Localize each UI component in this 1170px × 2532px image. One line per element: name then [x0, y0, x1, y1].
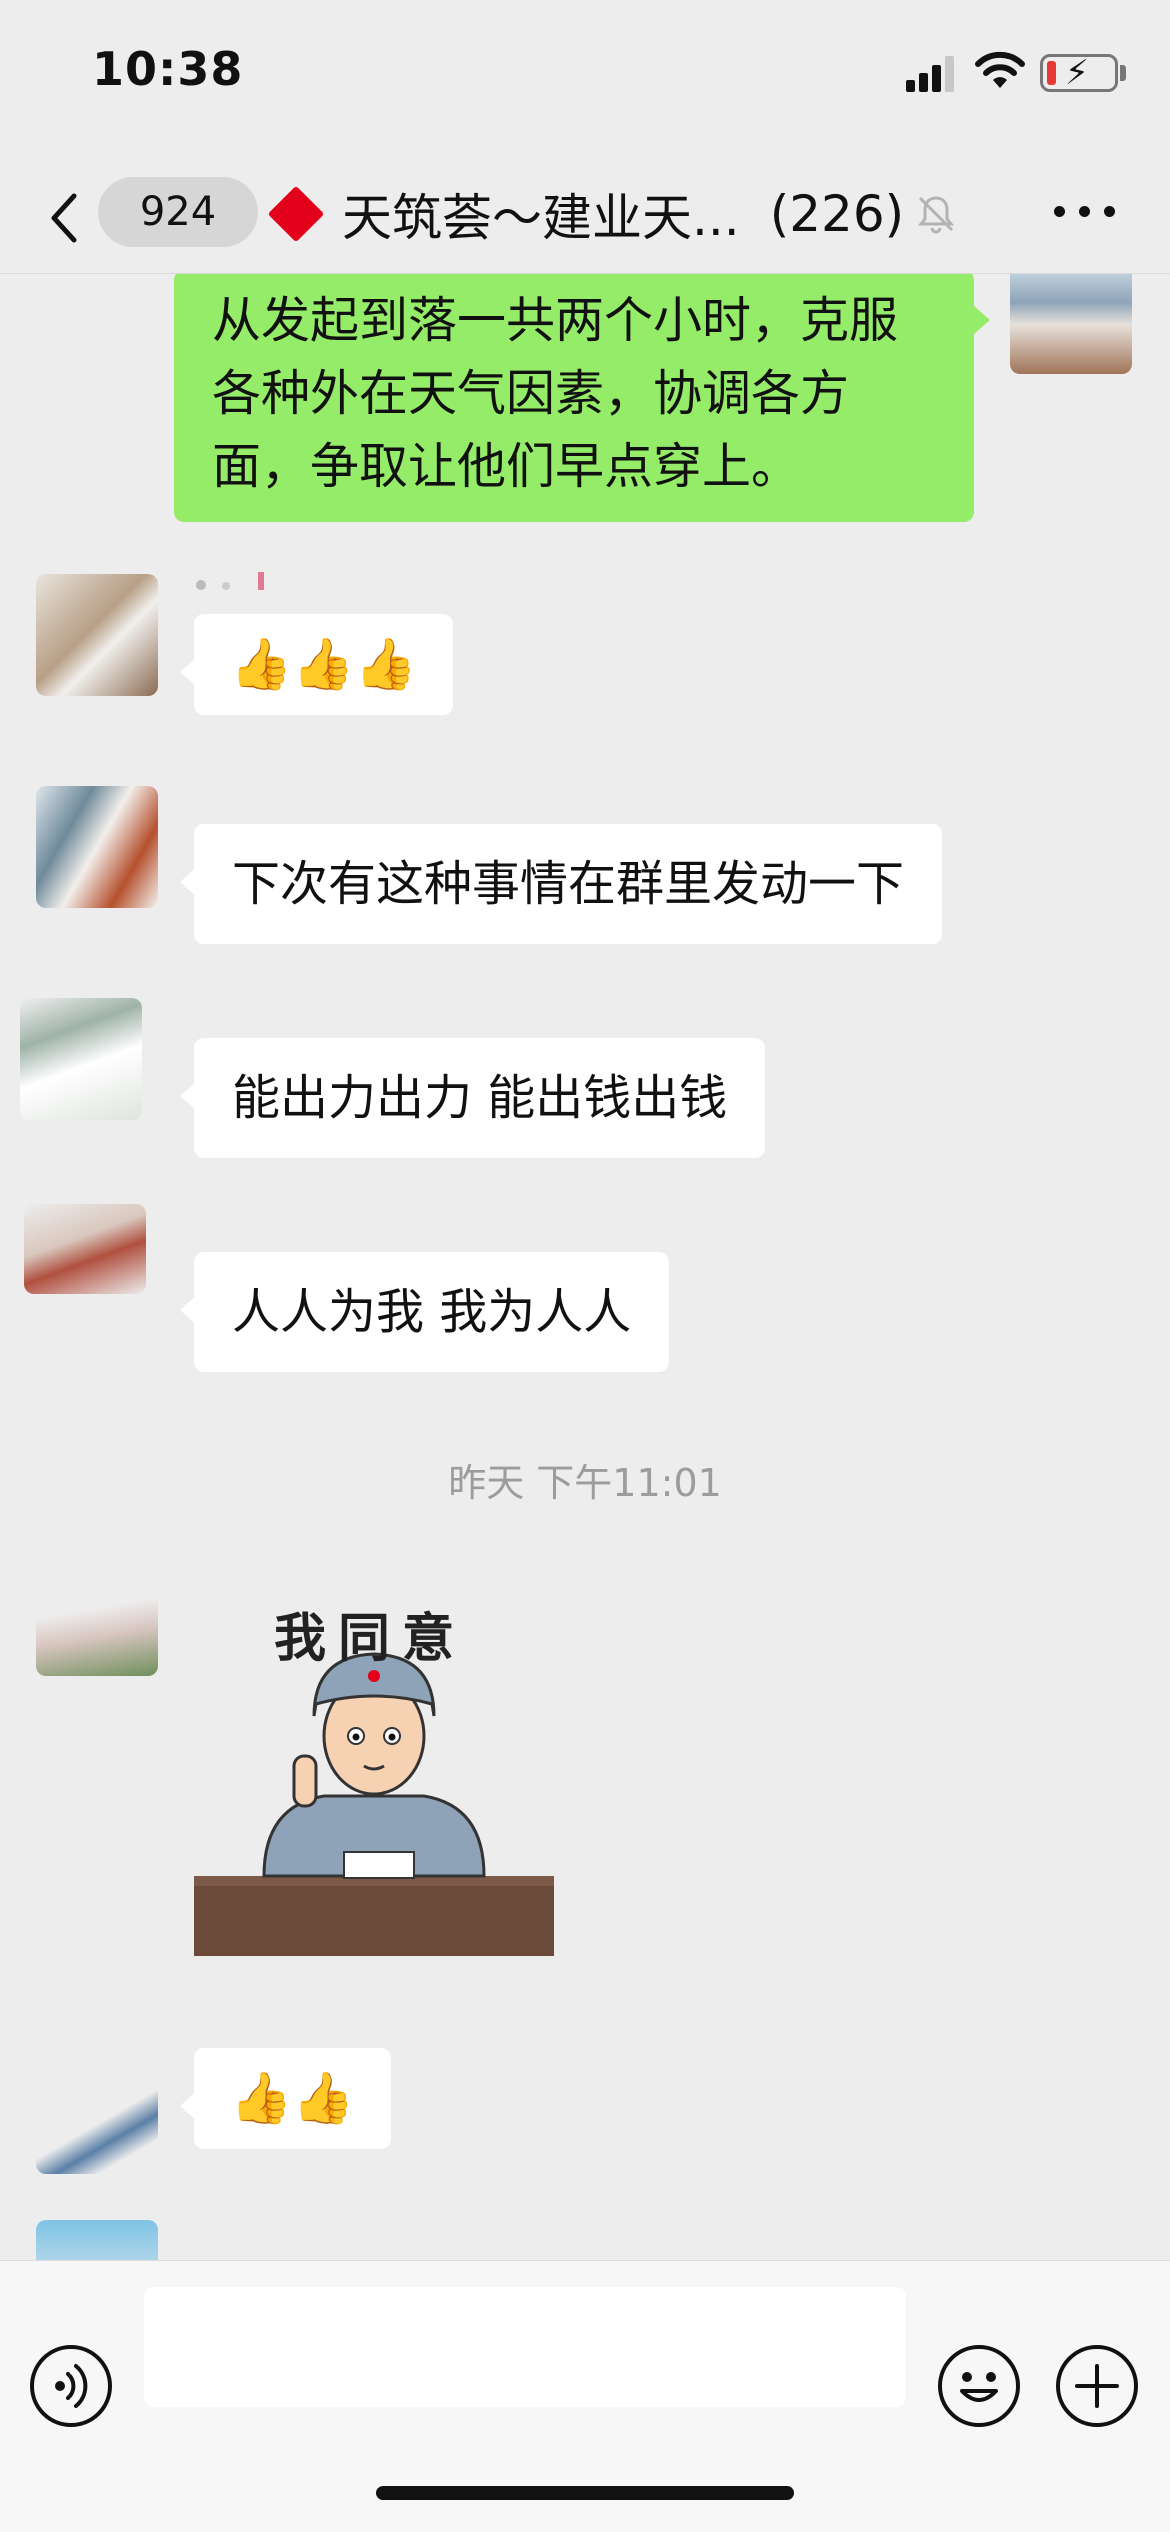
chat-header: 924 天筑荟～建业天... (226): [0, 150, 1170, 274]
sticker-caption: 我同意: [274, 1608, 467, 1669]
red-diamond-icon: [267, 185, 325, 243]
message-timestamp: 昨天 下午11:01: [448, 1461, 722, 1505]
sender-avatar[interactable]: [36, 574, 158, 696]
status-time: 10:38: [92, 42, 244, 96]
sender-avatar[interactable]: [20, 998, 142, 1120]
incoming-message-bubble[interactable]: 人人为我 我为人人: [179, 1252, 670, 1372]
sender-avatar[interactable]: [36, 2220, 158, 2260]
back-chevron-icon: [51, 193, 77, 243]
message-list[interactable]: 从发起到落一共两个小时，克服 各种外在天气因素，协调各方 面，争取让他们早点穿上…: [0, 274, 1170, 2260]
wifi-icon: [974, 50, 1026, 94]
incoming-message-bubble[interactable]: 下次有这种事情在群里发动一下: [179, 824, 943, 944]
chat-title-area[interactable]: 天筑荟～建业天... (226): [267, 176, 958, 252]
battery-cap: [1120, 65, 1126, 81]
sender-avatar[interactable]: [24, 1204, 146, 1294]
cellular-signal-icon: [906, 56, 958, 92]
emoji-icon: [960, 2372, 998, 2402]
message-text: 下次有这种事情在群里发动一下: [232, 856, 905, 912]
message-text: 能出力出力 能出钱出钱: [232, 1070, 728, 1126]
status-bar: 10:38 ⚡: [0, 0, 1170, 150]
outgoing-message-bubble[interactable]: 从发起到落一共两个小时，克服 各种外在天气因素，协调各方 面，争取让他们早点穿上…: [174, 274, 990, 522]
sticker-message[interactable]: 我同意: [194, 1576, 554, 1956]
more-options-button[interactable]: [1050, 192, 1120, 232]
mute-bell-icon: [918, 196, 955, 234]
plus-icon: [1075, 2364, 1119, 2408]
message-line: 面，争取让他们早点穿上。: [212, 438, 801, 495]
more-actions-button[interactable]: [1056, 2345, 1138, 2427]
emoji-button[interactable]: [938, 2345, 1020, 2427]
thumbs-up-emoji: 👍👍👍: [230, 635, 417, 693]
message-line: 从发起到落一共两个小时，克服: [212, 292, 899, 349]
battery-charging-icon: ⚡: [1040, 54, 1118, 92]
sender-avatar[interactable]: [36, 2074, 158, 2174]
message-line: 各种外在天气因素，协调各方: [212, 365, 850, 422]
incoming-message-bubble[interactable]: 👍👍: [180, 2048, 391, 2149]
voice-icon: [55, 2364, 88, 2408]
incoming-message-bubble[interactable]: 👍👍👍: [180, 614, 453, 715]
back-button[interactable]: 924: [40, 172, 258, 252]
my-avatar[interactable]: [1010, 274, 1132, 374]
message-text: 人人为我 我为人人: [232, 1284, 632, 1340]
home-indicator[interactable]: [376, 2486, 794, 2500]
thumbs-up-emoji: 👍👍: [230, 2069, 355, 2127]
sender-avatar[interactable]: [36, 786, 158, 908]
unread-count-badge: 924: [98, 177, 258, 247]
sender-avatar[interactable]: [36, 1554, 158, 1676]
message-input[interactable]: [144, 2287, 906, 2407]
voice-input-button[interactable]: [30, 2345, 112, 2427]
member-count: (226): [769, 185, 905, 243]
chat-title: 天筑荟～建业天...: [342, 189, 740, 247]
incoming-message-bubble[interactable]: 能出力出力 能出钱出钱: [179, 1038, 766, 1158]
sender-name: [196, 564, 316, 598]
